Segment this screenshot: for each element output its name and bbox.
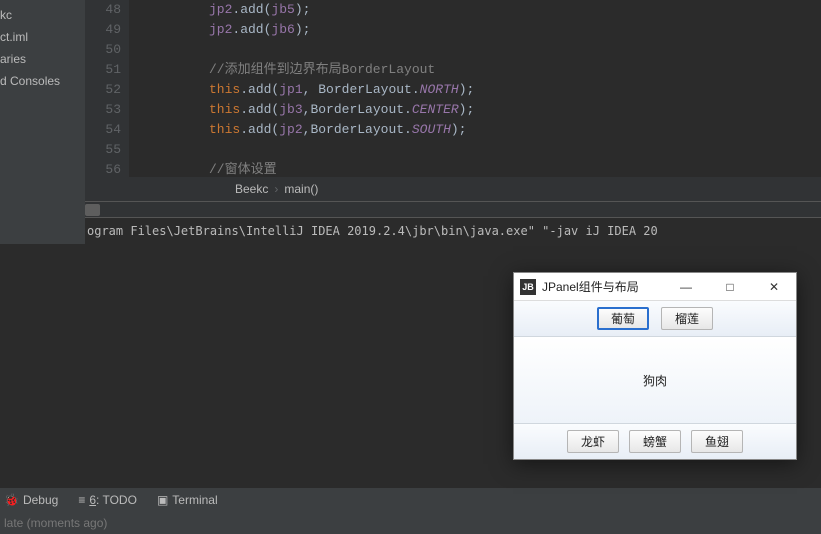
line-number: 51 <box>85 60 121 80</box>
line-number: 55 <box>85 140 121 160</box>
java-app-icon: JB <box>520 279 536 295</box>
run-console[interactable]: ogram Files\JetBrains\IntelliJ IDEA 2019… <box>85 217 821 244</box>
code-line[interactable]: //窗体设置 <box>209 160 615 177</box>
app-button-durian[interactable]: 榴莲 <box>661 307 713 330</box>
app-button-grape[interactable]: 葡萄 <box>597 307 649 330</box>
minimize-button[interactable]: — <box>664 273 708 301</box>
line-number-gutter: 484950515253545556575859606162636465 <box>85 0 129 177</box>
terminal-icon: ▣ <box>157 493 168 507</box>
scrollbar-thumb[interactable] <box>85 204 100 216</box>
app-button-crab[interactable]: 螃蟹 <box>629 430 681 453</box>
breadcrumb-item[interactable]: main() <box>284 182 318 196</box>
close-button[interactable]: ✕ <box>752 273 796 301</box>
bug-icon: 🐞 <box>4 493 19 507</box>
breadcrumb-item[interactable]: Beekc <box>235 182 268 196</box>
project-tree-item[interactable]: ct.iml <box>0 26 85 48</box>
breadcrumb[interactable]: Beekc › main() <box>85 177 821 201</box>
tab-terminal[interactable]: ▣ Terminal <box>157 493 218 507</box>
horizontal-scrollbar[interactable] <box>85 201 821 217</box>
code-line[interactable] <box>209 140 615 160</box>
tab-label: 6: TODO <box>89 493 137 507</box>
project-tree-item[interactable]: aries <box>0 48 85 70</box>
status-text: late (moments ago) <box>4 516 107 530</box>
code-line[interactable]: //添加组件到边界布局BorderLayout <box>209 60 615 80</box>
list-icon: ≡ <box>78 493 85 507</box>
app-button-lobster[interactable]: 龙虾 <box>567 430 619 453</box>
line-number: 49 <box>85 20 121 40</box>
code-line[interactable] <box>209 40 615 60</box>
window-titlebar[interactable]: JB JPanel组件与布局 — □ ✕ <box>514 273 796 301</box>
code-line[interactable]: jp2.add(jb5); <box>209 0 615 20</box>
chevron-right-icon: › <box>274 182 278 196</box>
maximize-button[interactable]: □ <box>708 273 752 301</box>
line-number: 56 <box>85 160 121 177</box>
code-editor[interactable]: 484950515253545556575859606162636465 jp2… <box>85 0 821 177</box>
line-number: 54 <box>85 120 121 140</box>
line-number: 50 <box>85 40 121 60</box>
code-content[interactable]: jp2.add(jb5);jp2.add(jb6); //添加组件到边界布局Bor… <box>129 0 615 177</box>
code-line[interactable]: this.add(jp2,BorderLayout.SOUTH); <box>209 120 615 140</box>
app-south-panel: 龙虾 螃蟹 鱼翅 <box>514 423 796 459</box>
app-center-panel: 狗肉 <box>514 337 796 423</box>
app-north-panel: 葡萄 榴莲 <box>514 301 796 337</box>
line-number: 48 <box>85 0 121 20</box>
tool-window-tabs: 🐞 Debug ≡ 6: TODO ▣ Terminal <box>0 488 821 512</box>
app-center-label: 狗肉 <box>643 372 667 389</box>
tab-label: Terminal <box>172 493 217 507</box>
tab-todo[interactable]: ≡ 6: TODO <box>78 493 137 507</box>
line-number: 53 <box>85 100 121 120</box>
tab-debug[interactable]: 🐞 Debug <box>4 493 58 507</box>
project-tree[interactable]: kcct.imlariesd Consoles <box>0 0 85 244</box>
project-tree-item[interactable]: d Consoles <box>0 70 85 92</box>
window-title: JPanel组件与布局 <box>542 278 664 295</box>
line-number: 52 <box>85 80 121 100</box>
code-line[interactable]: this.add(jp1, BorderLayout.NORTH); <box>209 80 615 100</box>
code-line[interactable]: this.add(jb3,BorderLayout.CENTER); <box>209 100 615 120</box>
project-tree-item[interactable]: kc <box>0 4 85 26</box>
running-app-window[interactable]: JB JPanel组件与布局 — □ ✕ 葡萄 榴莲 狗肉 龙虾 螃蟹 鱼翅 <box>513 272 797 460</box>
tab-label: Debug <box>23 493 58 507</box>
console-output: ogram Files\JetBrains\IntelliJ IDEA 2019… <box>87 224 658 238</box>
code-line[interactable]: jp2.add(jb6); <box>209 20 615 40</box>
status-bar: late (moments ago) <box>0 512 821 534</box>
app-button-sharkfin[interactable]: 鱼翅 <box>691 430 743 453</box>
